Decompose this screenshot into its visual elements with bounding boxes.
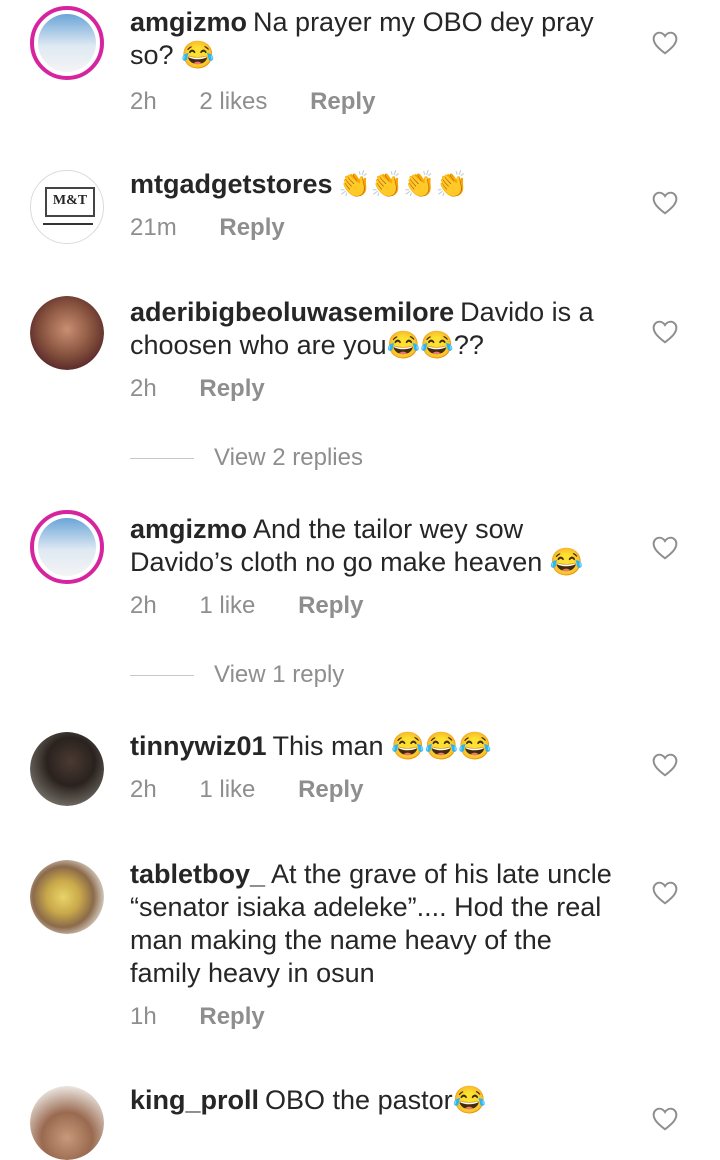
- comment-time: 1h: [130, 1003, 157, 1030]
- comment-meta: 1h Reply: [130, 1003, 301, 1031]
- comment-username[interactable]: tinnywiz01: [130, 731, 267, 761]
- comment-text: tabletboy_ At the grave of his late uncle…: [130, 858, 620, 990]
- comment-meta: 2h 2 likes Reply: [130, 88, 411, 116]
- avatar[interactable]: [30, 1086, 104, 1160]
- divider: [130, 675, 194, 677]
- comment-username[interactable]: aderibigbeoluwasemilore: [130, 297, 454, 327]
- heart-icon[interactable]: [652, 320, 678, 344]
- comment-username[interactable]: amgizmo: [130, 7, 247, 37]
- heart-icon[interactable]: [652, 753, 678, 777]
- view-replies-label: View 2 replies: [214, 444, 363, 471]
- heart-icon[interactable]: [652, 881, 678, 905]
- avatar[interactable]: [30, 732, 104, 806]
- comment-text: aderibigbeoluwasemilore Davido is a choos…: [130, 296, 620, 362]
- comment-username[interactable]: amgizmo: [130, 514, 247, 544]
- comment-text: amgizmo Na prayer my OBO dey pray so? 😂: [130, 6, 620, 72]
- reply-button[interactable]: Reply: [310, 88, 375, 115]
- comment-text: amgizmo And the tailor wey sow Davido’s c…: [130, 513, 620, 579]
- reply-button[interactable]: Reply: [219, 214, 284, 241]
- comment-meta: 21m Reply: [130, 214, 321, 242]
- avatar[interactable]: M&T: [30, 170, 104, 244]
- reply-button[interactable]: Reply: [199, 1003, 264, 1030]
- avatar[interactable]: [30, 860, 104, 934]
- comment-body: 👏👏👏👏: [338, 169, 469, 199]
- comment-time: 21m: [130, 214, 177, 241]
- comment-likes[interactable]: 1 like: [199, 776, 255, 803]
- avatar[interactable]: [30, 510, 104, 584]
- comment-meta: 2h 1 like Reply: [130, 592, 399, 620]
- heart-icon[interactable]: [652, 1107, 678, 1131]
- comment-text: tinnywiz01 This man 😂😂😂: [130, 730, 620, 763]
- reply-button[interactable]: Reply: [298, 776, 363, 803]
- comment-time: 2h: [130, 375, 157, 402]
- comment-meta: 2h Reply: [130, 375, 301, 403]
- comment-text: mtgadgetstores 👏👏👏👏: [130, 168, 620, 201]
- avatar[interactable]: [30, 6, 104, 80]
- heart-icon[interactable]: [652, 31, 678, 55]
- divider: [130, 458, 194, 460]
- comment-body: OBO the pastor😂: [265, 1085, 487, 1115]
- comment-username[interactable]: king_proll: [130, 1085, 259, 1115]
- comment-time: 2h: [130, 776, 157, 803]
- store-logo: M&T: [45, 187, 95, 217]
- reply-button[interactable]: Reply: [199, 375, 264, 402]
- heart-icon[interactable]: [652, 536, 678, 560]
- comment-likes[interactable]: 2 likes: [199, 88, 267, 115]
- comment-username[interactable]: tabletboy_: [130, 859, 265, 889]
- view-replies-button[interactable]: View 2 replies: [130, 444, 363, 472]
- avatar[interactable]: [30, 296, 104, 370]
- view-replies-label: View 1 reply: [214, 661, 345, 688]
- heart-icon[interactable]: [652, 191, 678, 215]
- comment-time: 2h: [130, 592, 157, 619]
- comment-body: This man 😂😂😂: [272, 731, 492, 761]
- comment-username[interactable]: mtgadgetstores: [130, 169, 333, 199]
- reply-button[interactable]: Reply: [298, 592, 363, 619]
- comment-meta: 2h 1 like Reply: [130, 776, 399, 804]
- view-replies-button[interactable]: View 1 reply: [130, 661, 344, 689]
- comment-text: king_proll OBO the pastor😂: [130, 1084, 620, 1117]
- comment-time: 2h: [130, 88, 157, 115]
- comment-likes[interactable]: 1 like: [199, 592, 255, 619]
